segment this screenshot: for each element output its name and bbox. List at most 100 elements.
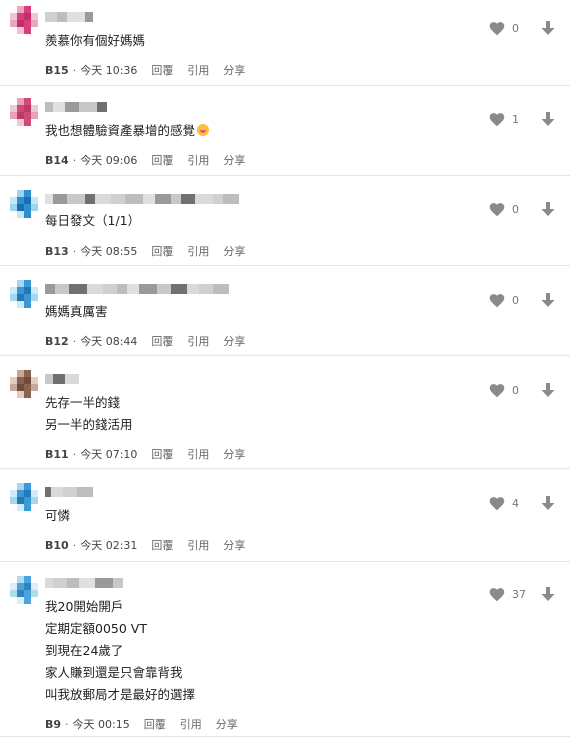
username-pixelated[interactable] [45,374,79,384]
arrow-down-icon[interactable] [540,382,556,398]
comment-line: 叫我放郵局才是最好的選擇 [45,687,196,702]
arrow-down-icon[interactable] [540,111,556,127]
floor-number: B15 [45,63,69,77]
floor-number: B9 [45,717,62,731]
comment-meta: B14 · 今天 09:06 回覆 引用 分享 [45,152,259,168]
like-count: 1 [512,112,519,126]
comment-meta: B12 · 今天 08:44 回覆 引用 分享 [45,333,259,349]
comment-body: 每日發文（1/1） [45,210,140,232]
timestamp: 今天 08:44 [80,335,138,348]
timestamp: 今天 02:31 [80,539,138,552]
floor-number: B13 [45,244,69,258]
comment-body: 媽媽真厲害 [45,301,108,323]
share-button[interactable]: 分享 [223,243,245,259]
reply-button[interactable]: 回覆 [151,333,173,349]
floor-number: B11 [45,447,69,461]
reply-button[interactable]: 回覆 [151,62,173,78]
floor-number: B14 [45,153,69,167]
avatar[interactable] [10,483,38,511]
arrow-down-icon[interactable] [540,292,556,308]
floor-number: B10 [45,538,69,552]
comment-line: 每日發文（1/1） [45,213,141,228]
heart-icon[interactable] [488,586,506,602]
comment-line: 先存一半的錢 [45,395,121,410]
comment-body: 可憐 [45,505,70,527]
quote-button[interactable]: 引用 [187,333,209,349]
avatar[interactable] [10,280,38,308]
like-count: 0 [512,293,519,307]
reply-button[interactable]: 回覆 [151,537,173,553]
timestamp: 今天 09:06 [80,154,138,167]
quote-button[interactable]: 引用 [180,716,202,732]
arrow-down-icon[interactable] [540,495,556,511]
like-count: 0 [512,21,519,35]
quote-button[interactable]: 引用 [187,446,209,462]
share-button[interactable]: 分享 [223,446,245,462]
comment-line: 家人賺到還是只會靠背我 [45,665,183,680]
quote-button[interactable]: 引用 [187,62,209,78]
comment-meta: B10 · 今天 02:31 回覆 引用 分享 [45,537,259,553]
comment-line: 定期定額0050 VT [45,621,147,636]
separator: · [72,447,77,461]
like-control: 0 [488,382,556,398]
comment-meta: B13 · 今天 08:55 回覆 引用 分享 [45,243,259,259]
comment-body: 先存一半的錢 另一半的錢活用 [45,392,133,436]
arrow-down-icon[interactable] [540,201,556,217]
username-pixelated[interactable] [45,12,93,22]
username-pixelated[interactable] [45,194,239,204]
comment-line: 可憐 [45,508,71,523]
comment-line: 羨慕你有個好媽媽 [45,33,146,48]
avatar[interactable] [10,576,38,604]
separator: · [72,153,77,167]
avatar[interactable] [10,98,38,126]
comment-body: 羨慕你有個好媽媽 [45,30,145,52]
share-button[interactable]: 分享 [223,333,245,349]
heart-icon[interactable] [488,20,506,36]
comment-meta: B15 · 今天 10:36 回覆 引用 分享 [45,62,259,78]
arrow-down-icon[interactable] [540,20,556,36]
comment-line: 媽媽真厲害 [45,304,108,319]
reply-button[interactable]: 回覆 [151,243,173,259]
share-button[interactable]: 分享 [223,62,245,78]
username-pixelated[interactable] [45,578,123,588]
reply-button[interactable]: 回覆 [151,152,173,168]
separator: · [72,334,77,348]
comment-meta: B9 · 今天 00:15 回覆 引用 分享 [45,716,252,732]
reply-button[interactable]: 回覆 [144,716,166,732]
avatar[interactable] [10,370,38,398]
comment-line: 另一半的錢活用 [45,417,133,432]
timestamp: 今天 10:36 [80,64,138,77]
separator: · [72,63,77,77]
comment-line: 到現在24歲了 [45,643,124,658]
timestamp: 今天 08:55 [80,245,138,258]
timestamp: 今天 00:15 [72,718,130,731]
quote-button[interactable]: 引用 [187,537,209,553]
quote-button[interactable]: 引用 [187,152,209,168]
heart-icon[interactable] [488,292,506,308]
floor-number: B12 [45,334,69,348]
username-pixelated[interactable] [45,284,229,294]
reply-button[interactable]: 回覆 [151,446,173,462]
comment-line: 我20開始開戶 [45,599,124,614]
avatar[interactable] [10,190,38,218]
heart-icon[interactable] [488,495,506,511]
avatar[interactable] [10,6,38,34]
quote-button[interactable]: 引用 [187,243,209,259]
like-count: 0 [512,202,519,216]
heart-icon[interactable] [488,201,506,217]
like-control: 1 [488,111,556,127]
username-pixelated[interactable] [45,487,93,497]
share-button[interactable]: 分享 [223,537,245,553]
separator: · [72,244,77,258]
share-button[interactable]: 分享 [216,716,238,732]
like-control: 0 [488,201,556,217]
comment-body: 我20開始開戶定期定額0050 VT 到現在24歲了家人賺到還是只會靠背我 叫我放郵… [45,596,195,706]
arrow-down-icon[interactable] [540,586,556,602]
share-button[interactable]: 分享 [223,152,245,168]
heart-icon[interactable] [488,382,506,398]
like-count: 0 [512,383,519,397]
comment-line: 我也想體驗資產暴增的感覺 [45,120,210,142]
username-pixelated[interactable] [45,102,107,112]
heart-icon[interactable] [488,111,506,127]
separator: · [72,538,77,552]
